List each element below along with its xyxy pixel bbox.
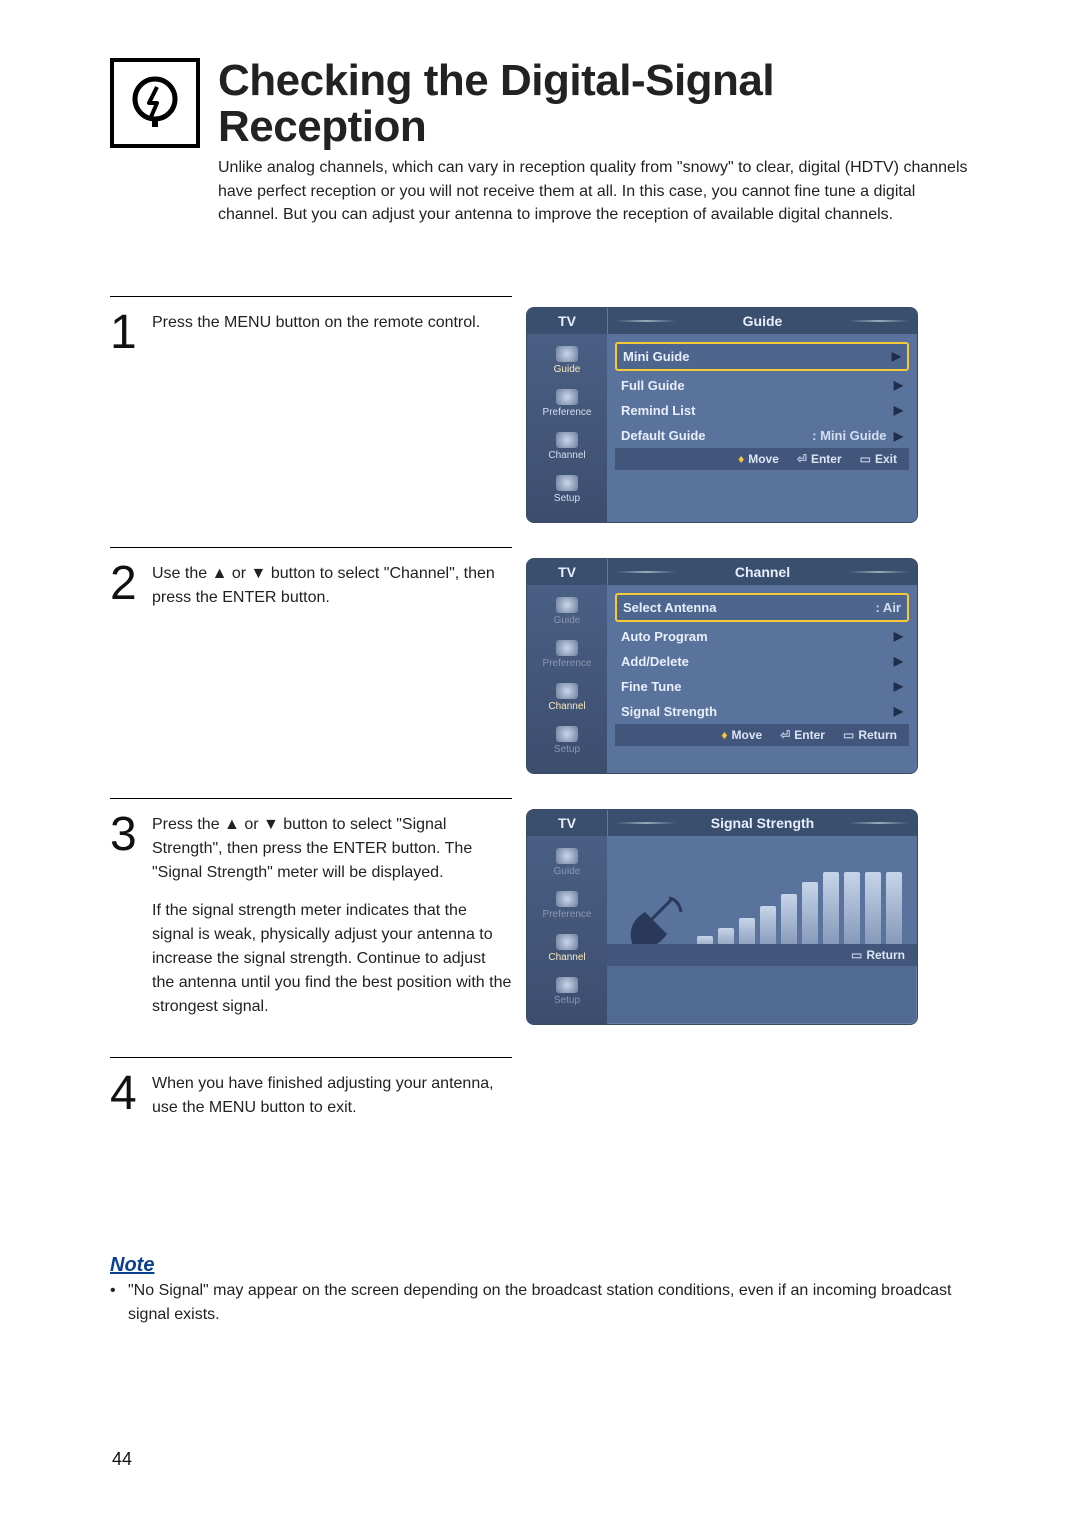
osd-footer-enter: ⏎Enter [797, 452, 842, 466]
page-number: 44 [112, 1449, 132, 1470]
osd-signal-strength-screenshot: TV Signal Strength Guide Preference Chan… [526, 809, 918, 1025]
chevron-right-icon: ▶ [894, 403, 903, 417]
chevron-right-icon: ▶ [894, 629, 903, 643]
note-title: Note [110, 1254, 970, 1277]
osd-channel-title: Channel [608, 559, 917, 585]
osd-signal-title: Signal Strength [608, 810, 917, 836]
osd-side-setup: Setup [527, 973, 607, 1016]
osd-side-channel: Channel [527, 428, 607, 471]
note-body: "No Signal" may appear on the screen dep… [110, 1279, 970, 1327]
signal-bars [697, 872, 902, 952]
osd-side-preference: Preference [527, 385, 607, 428]
osd-row-add-delete: Add/Delete▶ [615, 649, 909, 674]
osd-side-setup: Setup [527, 722, 607, 765]
chevron-right-icon: ▶ [894, 704, 903, 718]
osd-row-signal-strength: Signal Strength▶ [615, 699, 909, 724]
osd-footer-move: ♦Move [738, 452, 779, 466]
step-number-1: 1 [110, 307, 138, 354]
chevron-right-icon: ▶ [894, 679, 903, 693]
chevron-right-icon: ▶ [892, 349, 901, 363]
osd-row-remind-list: Remind List▶ [615, 398, 909, 423]
osd-side-guide: Guide [527, 593, 607, 636]
osd-footer-move: ♦Move [721, 728, 762, 742]
osd-footer-enter: ⏎Enter [780, 728, 825, 742]
page-title: Checking the Digital-Signal Reception [218, 58, 970, 150]
osd-side-preference: Preference [527, 636, 607, 679]
osd-footer-exit: ▭Exit [860, 452, 897, 466]
osd-side-channel: Channel [527, 930, 607, 973]
osd-row-default-guide: Default Guide: Mini Guide ▶ [615, 423, 909, 448]
osd-row-fine-tune: Fine Tune▶ [615, 674, 909, 699]
move-icon: ♦ [738, 452, 744, 466]
lightbulb-icon [125, 73, 185, 133]
osd-guide-screenshot: TV Guide Guide Preference Channel Setup … [526, 307, 918, 523]
step-text-3: Press the ▲ or ▼ button to select "Signa… [152, 809, 512, 1033]
step-number-2: 2 [110, 558, 138, 605]
step-text-2: Use the ▲ or ▼ button to select "Channel… [152, 558, 512, 624]
hero-bulb-icon [110, 58, 200, 148]
exit-icon: ▭ [860, 452, 871, 466]
osd-side-channel: Channel [527, 679, 607, 722]
osd-footer-return: ▭Return [851, 948, 905, 962]
osd-tv-label: TV [527, 559, 608, 585]
step-text-1: Press the MENU button on the remote cont… [152, 307, 512, 349]
osd-guide-title: Guide [608, 308, 917, 334]
osd-row-full-guide: Full Guide▶ [615, 373, 909, 398]
osd-side-guide: Guide [527, 844, 607, 887]
chevron-right-icon: ▶ [894, 378, 903, 392]
enter-icon: ⏎ [780, 728, 790, 742]
osd-footer-return: ▭Return [843, 728, 897, 742]
chevron-right-icon: ▶ [894, 429, 903, 443]
step-number-4: 4 [110, 1068, 138, 1115]
osd-row-mini-guide: Mini Guide▶ [615, 342, 909, 371]
enter-icon: ⏎ [797, 452, 807, 466]
page-subtitle: Unlike analog channels, which can vary i… [218, 156, 970, 226]
return-icon: ▭ [843, 728, 854, 742]
return-icon: ▭ [851, 948, 862, 962]
osd-row-select-antenna: Select Antenna: Air [615, 593, 909, 622]
chevron-right-icon: ▶ [894, 654, 903, 668]
osd-row-auto-program: Auto Program▶ [615, 624, 909, 649]
step-text-4: When you have finished adjusting your an… [152, 1068, 512, 1134]
osd-side-preference: Preference [527, 887, 607, 930]
note-block: Note "No Signal" may appear on the scree… [110, 1254, 970, 1327]
osd-side-setup: Setup [527, 471, 607, 514]
osd-tv-label: TV [527, 308, 608, 334]
osd-channel-screenshot: TV Channel Guide Preference Channel Setu… [526, 558, 918, 774]
step-number-3: 3 [110, 809, 138, 856]
osd-side-guide: Guide [527, 342, 607, 385]
osd-tv-label: TV [527, 810, 608, 836]
move-icon: ♦ [721, 728, 727, 742]
